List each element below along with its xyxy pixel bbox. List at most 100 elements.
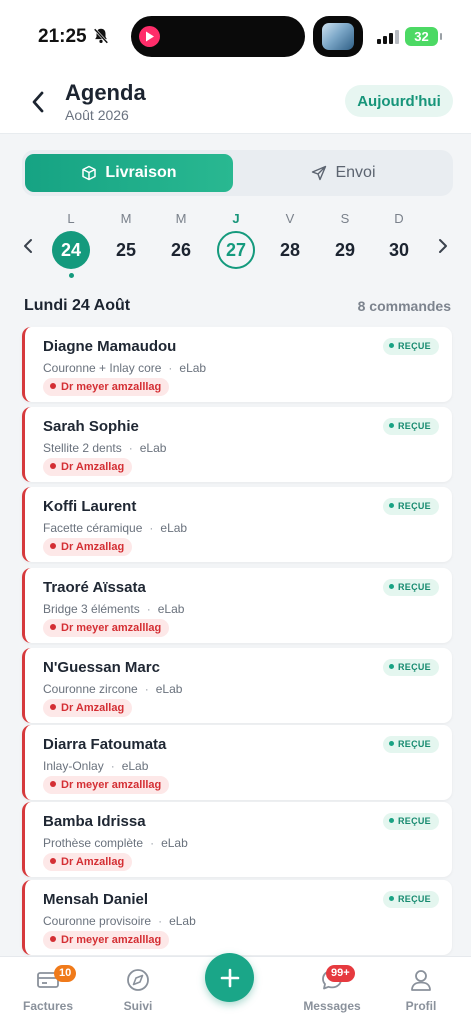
tab-messages-label: Messages xyxy=(303,999,361,1013)
doctor-badge: Dr meyer amzalllag xyxy=(43,378,170,396)
status-badge: REÇUE xyxy=(382,579,439,596)
work-type: Facette céramique xyxy=(43,521,143,535)
lab-name: eLab xyxy=(139,441,167,455)
orders-count: 8 commandes xyxy=(357,298,451,314)
day-button[interactable]: 26 xyxy=(162,231,200,269)
selected-day-indicator xyxy=(69,273,74,278)
status-dot-icon xyxy=(388,664,394,669)
messages-badge: 99+ xyxy=(326,965,355,982)
status-badge: REÇUE xyxy=(382,659,439,676)
back-button[interactable] xyxy=(26,88,50,116)
next-week-button[interactable] xyxy=(435,236,451,256)
status-label: REÇUE xyxy=(397,421,431,431)
patient-name: Diarra Fatoumata xyxy=(43,736,167,753)
package-icon xyxy=(82,165,97,181)
doctor-dot-icon xyxy=(50,543,56,549)
patient-name: Mensah Daniel xyxy=(43,891,149,908)
doctor-name: Dr Amzallag xyxy=(61,856,125,868)
add-order-button[interactable] xyxy=(205,953,254,1002)
chevron-left-icon xyxy=(24,239,32,253)
work-type: Couronne zircone xyxy=(43,682,138,696)
previous-week-button[interactable] xyxy=(20,236,36,256)
doctor-dot-icon xyxy=(50,624,56,630)
doctor-badge: Dr meyer amzalllag xyxy=(43,619,170,637)
order-details: Prothèse complète · eLab xyxy=(43,836,188,850)
weekday-label: S xyxy=(340,211,350,226)
tab-factures[interactable]: 10 Factures xyxy=(8,965,88,1013)
tab-profil[interactable]: Profil xyxy=(381,967,461,1013)
patient-name: N'Guessan Marc xyxy=(43,659,160,676)
weekday-label: D xyxy=(394,211,404,226)
order-card[interactable]: Bamba Idrissa Prothèse complète · eLab Dr Am… xyxy=(22,802,452,877)
separator-dot: · xyxy=(150,836,155,850)
user-icon xyxy=(411,970,431,991)
order-card[interactable]: Diagne Mamaudou Couronne + Inlay core · eLa… xyxy=(22,327,452,402)
order-details: Stellite 2 dents · eLab xyxy=(43,441,166,455)
order-card[interactable]: Koffi Laurent Facette céramique · eLab Dr Am… xyxy=(22,487,452,562)
lab-name: eLab xyxy=(160,521,188,535)
doctor-badge: Dr Amzallag xyxy=(43,538,133,556)
chevron-right-icon xyxy=(439,239,447,253)
status-badge: REÇUE xyxy=(382,891,439,908)
tab-livraison[interactable]: Livraison xyxy=(25,154,233,192)
status-dot-icon xyxy=(388,343,394,348)
doctor-dot-icon xyxy=(50,704,56,710)
status-bar: 21:25 32 xyxy=(0,0,471,72)
send-icon xyxy=(312,165,327,181)
separator-dot: · xyxy=(149,521,154,535)
order-card[interactable]: Sarah Sophie Stellite 2 dents · eLab Dr Amza… xyxy=(22,407,452,482)
status-dot-icon xyxy=(388,423,394,428)
tab-suivi[interactable]: Suivi xyxy=(98,967,178,1013)
status-dot-icon xyxy=(388,896,394,901)
bell-muted-icon xyxy=(93,28,109,44)
doctor-name: Dr Amzallag xyxy=(61,541,125,553)
status-label: REÇUE xyxy=(397,739,431,749)
day-button[interactable]: 29 xyxy=(326,231,364,269)
status-label: REÇUE xyxy=(397,501,431,511)
status-time: 21:25 xyxy=(38,26,87,47)
doctor-dot-icon xyxy=(50,781,56,787)
doctor-name: Dr meyer amzalllag xyxy=(61,934,162,946)
tab-envoi[interactable]: Envoi xyxy=(237,154,450,192)
chevron-left-icon xyxy=(32,91,44,113)
order-card[interactable]: Traoré Aïssata Bridge 3 éléments · eLab Dr m… xyxy=(22,568,452,643)
lab-name: eLab xyxy=(179,361,207,375)
order-details: Couronne + Inlay core · eLab xyxy=(43,361,206,375)
status-label: REÇUE xyxy=(397,582,431,592)
status-label: REÇUE xyxy=(397,816,431,826)
work-type: Stellite 2 dents xyxy=(43,441,122,455)
order-card[interactable]: N'Guessan Marc Couronne zircone · eLab Dr Am… xyxy=(22,648,452,723)
status-dot-icon xyxy=(388,818,394,823)
status-badge: REÇUE xyxy=(382,498,439,515)
weekday-label: J xyxy=(232,211,240,226)
tab-livraison-label: Livraison xyxy=(105,164,177,181)
day-button[interactable]: 30 xyxy=(380,231,418,269)
status-dot-icon xyxy=(388,584,394,589)
order-card[interactable]: Diarra Fatoumata Inlay-Onlay · eLab Dr meyer… xyxy=(22,725,452,800)
lab-name: eLab xyxy=(157,602,185,616)
day-button[interactable]: 25 xyxy=(107,231,145,269)
order-details: Bridge 3 éléments · eLab xyxy=(43,602,184,616)
doctor-badge: Dr Amzallag xyxy=(43,853,133,871)
dynamic-island xyxy=(131,16,305,57)
order-details: Facette céramique · eLab xyxy=(43,521,187,535)
order-card[interactable]: Mensah Daniel Couronne provisoire · eLab Dr … xyxy=(22,880,452,955)
day-today[interactable]: 27 xyxy=(217,231,255,269)
status-badge: REÇUE xyxy=(382,338,439,355)
factures-badge: 10 xyxy=(54,965,77,982)
doctor-badge: Dr meyer amzalllag xyxy=(43,776,170,794)
tab-factures-label: Factures xyxy=(22,999,74,1013)
today-button[interactable]: Aujourd'hui xyxy=(345,85,453,117)
tab-suivi-label: Suivi xyxy=(123,999,153,1013)
lab-name: eLab xyxy=(161,836,188,850)
patient-name: Sarah Sophie xyxy=(43,418,139,435)
day-button[interactable]: 28 xyxy=(271,231,309,269)
doctor-dot-icon xyxy=(50,936,56,942)
day-selected[interactable]: 24 xyxy=(52,231,90,269)
weekday-label: M xyxy=(175,211,187,226)
tab-messages[interactable]: 99+ Messages xyxy=(292,965,372,1013)
status-badge: REÇUE xyxy=(382,736,439,753)
status-badge: REÇUE xyxy=(382,418,439,435)
separator-dot: · xyxy=(158,914,163,928)
page-subtitle: Août 2026 xyxy=(65,107,129,123)
